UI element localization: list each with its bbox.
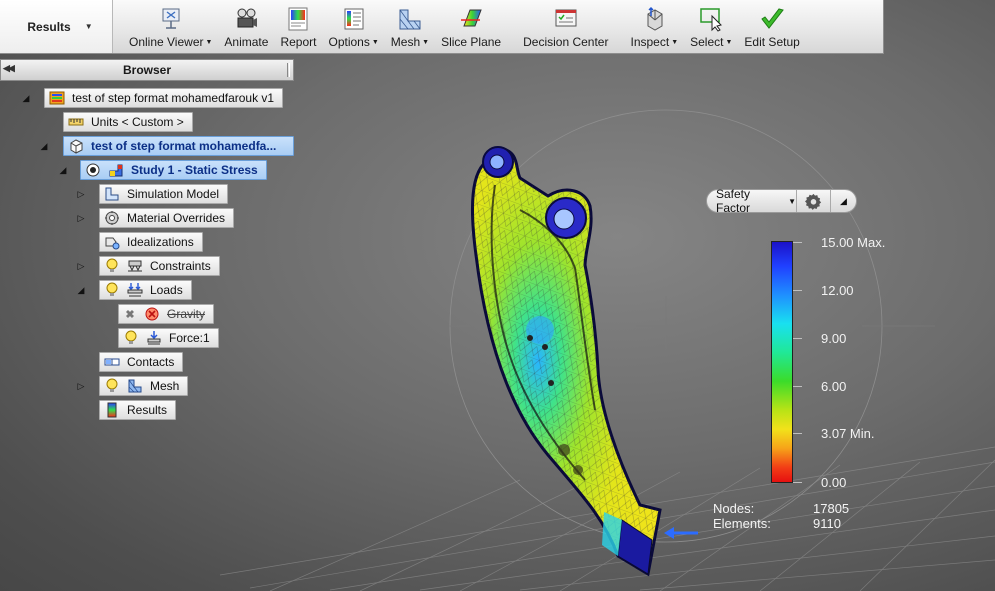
collapse-panel-icon[interactable]: ◀◀: [3, 63, 15, 74]
legend-label: 6.00: [821, 379, 847, 394]
idealizations-icon: [105, 237, 120, 250]
legend-tick: [793, 482, 802, 483]
legend-max-label: 15.00 Max.: [821, 235, 886, 250]
result-type-control: Safety Factor ▼ ◢: [706, 187, 857, 215]
tree-root-simulation-file[interactable]: test of step format mohamedfarouk v1: [44, 88, 284, 108]
legend-tick: [793, 290, 802, 291]
expanded-triangle-icon[interactable]: ◢: [21, 93, 31, 104]
legend-tick: [793, 338, 802, 339]
tree-item-study[interactable]: Study 1 - Static Stress: [80, 160, 267, 180]
gravity-icon: [145, 307, 159, 321]
tree-item-contacts[interactable]: Contacts: [99, 352, 184, 372]
result-type-label: Safety Factor: [716, 187, 751, 215]
legend-settings-button[interactable]: [797, 190, 831, 212]
visibility-bulb-icon[interactable]: [104, 258, 120, 274]
tree-root-label: test of step format mohamedfarouk v1: [72, 91, 275, 105]
nodes-label: Nodes:: [713, 501, 755, 516]
browser-panel-header[interactable]: ◀◀ Browser: [0, 59, 294, 81]
results-legend-icon: [107, 402, 117, 418]
constraints-icon: [128, 260, 142, 272]
browser-title: Browser: [122, 63, 172, 77]
disabled-x-icon[interactable]: ✖: [123, 308, 137, 321]
bracket-part-model: [470, 146, 662, 577]
result-type-dropdown[interactable]: Safety Factor ▼: [707, 187, 797, 215]
contacts-label: Contacts: [127, 355, 175, 369]
loads-icon: [127, 283, 143, 297]
results-tree-label: Results: [127, 403, 168, 417]
tree-item-mesh[interactable]: Mesh: [99, 376, 189, 396]
study-static-stress-icon: [109, 164, 123, 177]
gear-icon: [805, 193, 822, 210]
chevron-down-icon: ▼: [788, 196, 796, 206]
collapsed-triangle-icon[interactable]: ▷: [76, 189, 86, 200]
material-overrides-label: Material Overrides: [127, 211, 226, 225]
tree-item-design[interactable]: test of step format mohamedfa...: [63, 136, 294, 156]
collapsed-triangle-icon[interactable]: ▷: [76, 381, 86, 392]
nodes-value: 17805: [813, 501, 850, 516]
mesh-tree-label: Mesh: [150, 379, 180, 393]
legend-zero-label: 0.00: [821, 475, 847, 490]
legend-label: 9.00: [821, 331, 847, 346]
mesh-stats: Nodes: 17805 Elements: 9110: [713, 501, 849, 531]
visibility-bulb-icon[interactable]: [123, 330, 139, 346]
idealizations-label: Idealizations: [127, 235, 194, 249]
legend-tick: [793, 242, 802, 243]
tree-item-gravity[interactable]: ✖ Gravity: [118, 304, 215, 324]
units-label: Units < Custom >: [91, 115, 184, 129]
elements-label: Elements:: [713, 516, 771, 531]
study-label: Study 1 - Static Stress: [131, 163, 258, 177]
legend-min-label: 3.07 Min.: [821, 426, 875, 441]
tree-item-units[interactable]: Units < Custom >: [63, 112, 193, 132]
units-ruler-icon: [68, 118, 84, 126]
tree-item-material-overrides[interactable]: Material Overrides: [99, 208, 235, 228]
collapse-arrow-icon[interactable]: ◢: [831, 196, 856, 207]
design-label: test of step format mohamedfa...: [91, 139, 277, 153]
tree-item-loads[interactable]: Loads: [99, 280, 192, 300]
legend-tick: [793, 433, 802, 434]
material-overrides-icon: [105, 211, 119, 225]
panel-grip-icon[interactable]: [287, 63, 290, 77]
tree-item-results[interactable]: Results: [99, 400, 177, 420]
legend-tick: [793, 386, 802, 387]
visibility-bulb-icon[interactable]: [104, 282, 120, 298]
expanded-triangle-icon[interactable]: ◢: [58, 165, 68, 176]
constraints-label: Constraints: [150, 259, 211, 273]
elements-value: 9110: [813, 516, 841, 531]
expanded-triangle-icon[interactable]: ◢: [39, 141, 49, 152]
force-icon: [147, 331, 161, 345]
visibility-bulb-icon[interactable]: [104, 378, 120, 394]
expanded-triangle-icon[interactable]: ◢: [76, 285, 86, 296]
gravity-label: Gravity: [167, 307, 206, 321]
simulation-model-label: Simulation Model: [127, 187, 220, 201]
results-file-icon: [49, 91, 65, 105]
tree-item-idealizations[interactable]: Idealizations: [99, 232, 203, 252]
collapsed-triangle-icon[interactable]: ▷: [76, 213, 86, 224]
component-box-icon: [70, 139, 83, 154]
tree-item-simulation-model[interactable]: Simulation Model: [99, 184, 229, 204]
mesh-tree-icon: [128, 379, 142, 393]
collapsed-triangle-icon[interactable]: ▷: [76, 261, 86, 272]
active-radio-icon[interactable]: [85, 162, 101, 178]
tree-item-force[interactable]: Force:1: [118, 328, 219, 348]
loads-label: Loads: [150, 283, 183, 297]
tree-item-constraints[interactable]: Constraints: [99, 256, 220, 276]
safety-factor-legend-bar: [771, 241, 793, 483]
contacts-icon: [104, 358, 120, 366]
force-label: Force:1: [169, 331, 210, 345]
legend-label: 12.00: [821, 283, 854, 298]
simulation-model-icon: [105, 187, 119, 201]
